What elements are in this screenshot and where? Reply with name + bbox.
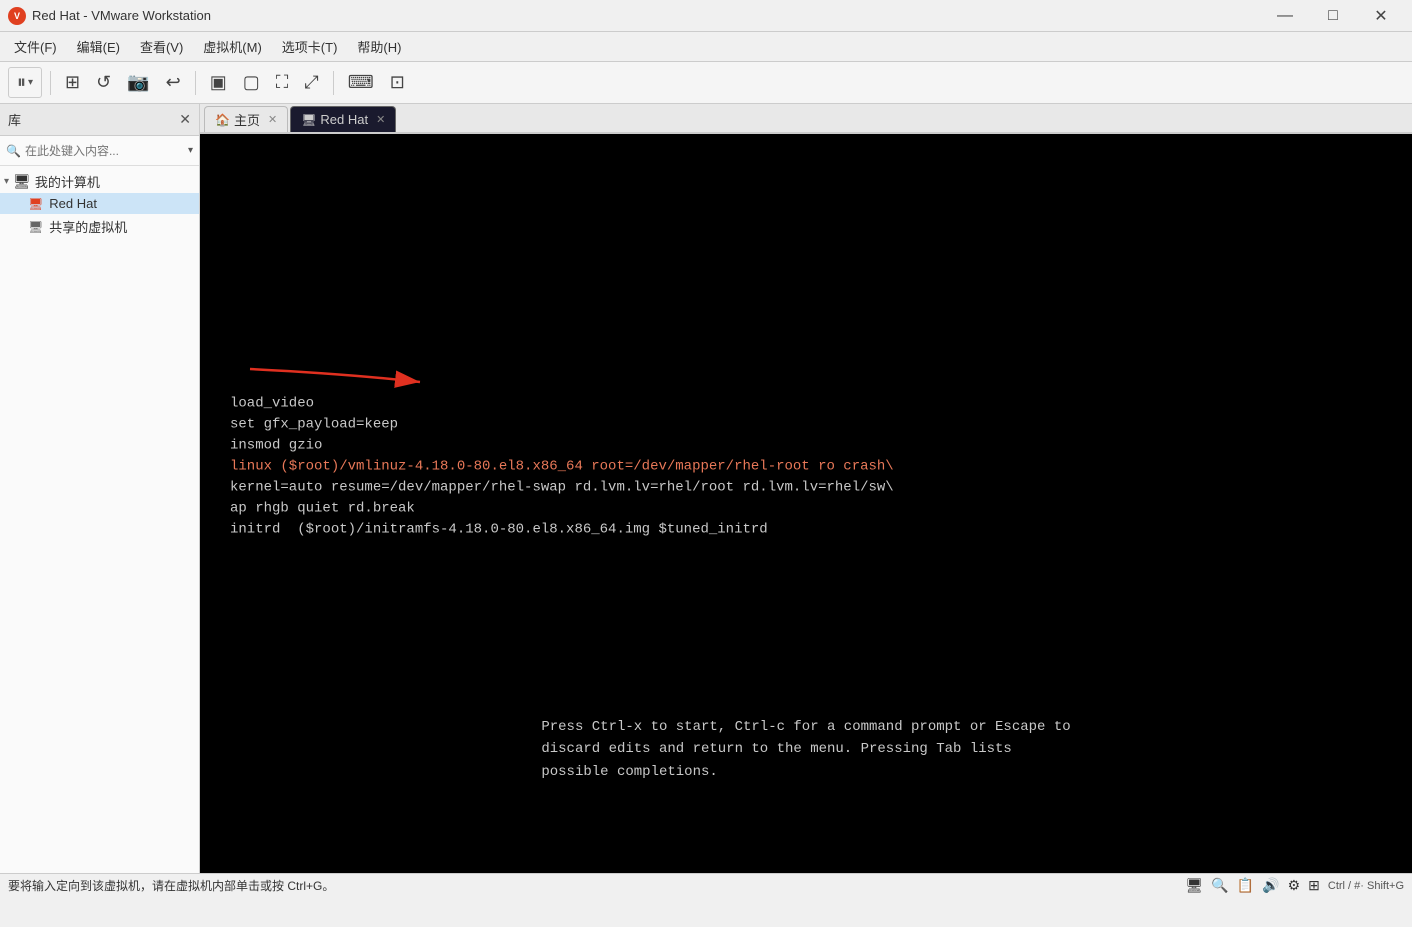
menubar: 文件(F) 编辑(E) 查看(V) 虚拟机(M) 选项卡(T) 帮助(H) (0, 32, 1412, 62)
terminal-button[interactable]: ⌨ (342, 67, 380, 99)
close-button[interactable]: ✕ (1358, 0, 1404, 32)
view-fullscreen-button[interactable]: ⛶ (270, 67, 295, 99)
redhat-tab-close[interactable]: ✕ (376, 113, 385, 126)
pause-icon: ⏸ (17, 72, 26, 93)
minimize-button[interactable]: — (1262, 0, 1308, 32)
snapshot-button[interactable]: 📷 (121, 67, 155, 99)
status-hotkey: Ctrl / #· Shift+G (1328, 880, 1404, 892)
computer-icon: 🖥 (13, 173, 31, 190)
statusbar: 要将输入定向到该虚拟机，请在虚拟机内部单击或按 Ctrl+G。 🖥 🔍 📋 🔊 … (0, 873, 1412, 897)
tree-arrow-my-computer: ▾ (4, 176, 9, 187)
sidebar-item-red-hat[interactable]: 🖥 Red Hat (0, 193, 199, 214)
sidebar: 库 ✕ 🔍 ▾ ▾ 🖥 我的计算机 🖥 Red Hat 🖥 共享的虚拟机 (0, 104, 200, 873)
terminal-line: load_video (230, 393, 1412, 414)
menu-tabs[interactable]: 选项卡(T) (272, 33, 348, 60)
terminal-content: load_videoset gfx_payload=keepinsmod gzi… (200, 393, 1412, 540)
sidebar-item-shared-vm[interactable]: 🖥 共享的虚拟机 (0, 214, 199, 239)
sidebar-title: 库 (8, 110, 179, 129)
menu-help[interactable]: 帮助(H) (347, 33, 411, 60)
shared-vm-label: 共享的虚拟机 (49, 217, 127, 236)
revert-button[interactable]: ↩ (160, 67, 187, 99)
sidebar-tree: ▾ 🖥 我的计算机 🖥 Red Hat 🖥 共享的虚拟机 (0, 166, 199, 873)
search-input[interactable] (25, 144, 184, 158)
sidebar-header: 库 ✕ (0, 104, 199, 136)
pause-dropdown-icon: ▾ (28, 77, 33, 88)
terminal-line: set gfx_payload=keep (230, 414, 1412, 435)
status-icon-5: ⚙ (1288, 877, 1301, 894)
vm-icon-red-hat: 🖥 (28, 197, 43, 211)
toolbar-separator-1 (50, 71, 51, 95)
vm-screen[interactable]: load_videoset gfx_payload=keepinsmod gzi… (200, 134, 1412, 873)
press-message: Press Ctrl-x to start, Ctrl-c for a comm… (541, 716, 1070, 783)
shared-vm-icon: 🖥 (28, 220, 43, 234)
sidebar-item-my-computer[interactable]: ▾ 🖥 我的计算机 (0, 170, 199, 193)
tabbar: 🏠 主页 ✕ 🖥 Red Hat ✕ (200, 104, 1412, 134)
app-icon: V (8, 7, 26, 25)
home-tab-label: 主页 (234, 110, 260, 129)
menu-vm[interactable]: 虚拟机(M) (193, 33, 272, 60)
window-title: Red Hat - VMware Workstation (32, 8, 1262, 23)
menu-file[interactable]: 文件(F) (4, 33, 67, 60)
terminal-line: kernel=auto resume=/dev/mapper/rhel-swap… (230, 477, 1412, 498)
toolbar-separator-3 (333, 71, 334, 95)
search-icon: 🔍 (6, 144, 21, 158)
red-hat-label: Red Hat (49, 196, 97, 211)
view-unity-button[interactable]: ▢ (237, 67, 266, 99)
view-stretch-button[interactable]: ⤢ (298, 67, 324, 99)
status-icon-3: 📋 (1237, 877, 1254, 894)
terminal-line: linux ($root)/vmlinuz-4.18.0-80.el8.x86_… (230, 456, 1412, 477)
titlebar: V Red Hat - VMware Workstation — □ ✕ (0, 0, 1412, 32)
home-tab-icon: 🏠 (215, 113, 230, 127)
terminal-line: insmod gzio (230, 435, 1412, 456)
status-icon-4: 🔊 (1262, 877, 1279, 894)
redhat-tab-icon: 🖥 (301, 113, 316, 127)
terminal-line: ap rhgb quiet rd.break (230, 498, 1412, 519)
sidebar-close-button[interactable]: ✕ (179, 111, 191, 128)
vm-terminal: load_videoset gfx_payload=keepinsmod gzi… (200, 134, 1412, 873)
window-controls: — □ ✕ (1262, 0, 1404, 32)
status-icon-2: 🔍 (1211, 877, 1228, 894)
redhat-tab-label: Red Hat (320, 112, 368, 127)
search-dropdown-icon[interactable]: ▾ (188, 145, 193, 156)
menu-edit[interactable]: 编辑(E) (67, 33, 130, 60)
status-icon-1: 🖥 (1186, 877, 1204, 894)
terminal-line: initrd ($root)/initramfs-4.18.0-80.el8.x… (230, 519, 1412, 540)
send-ctrlaltdel-button[interactable]: ⊞ (59, 67, 86, 99)
pause-button[interactable]: ⏸ ▾ (8, 67, 42, 98)
toolbar: ⏸ ▾ ⊞ ↺ 📷 ↩ ▣ ▢ ⛶ ⤢ ⌨ ⊡ (0, 62, 1412, 104)
power-cycle-button[interactable]: ↺ (90, 67, 117, 99)
home-tab-close[interactable]: ✕ (268, 113, 277, 126)
maximize-button[interactable]: □ (1310, 0, 1356, 32)
status-right: 🖥 🔍 📋 🔊 ⚙ ⊞ Ctrl / #· Shift+G (1186, 877, 1405, 894)
menu-view[interactable]: 查看(V) (130, 33, 193, 60)
sidebar-search: 🔍 ▾ (0, 136, 199, 166)
tab-home[interactable]: 🏠 主页 ✕ (204, 106, 288, 132)
view-normal-button[interactable]: ▣ (204, 67, 233, 99)
tab-red-hat[interactable]: 🖥 Red Hat ✕ (290, 106, 396, 132)
my-computer-label: 我的计算机 (35, 172, 100, 191)
toolbar-separator-2 (195, 71, 196, 95)
more-button[interactable]: ⊡ (384, 67, 411, 99)
status-icon-6: ⊞ (1308, 877, 1320, 894)
status-text: 要将输入定向到该虚拟机，请在虚拟机内部单击或按 Ctrl+G。 (8, 877, 1186, 894)
